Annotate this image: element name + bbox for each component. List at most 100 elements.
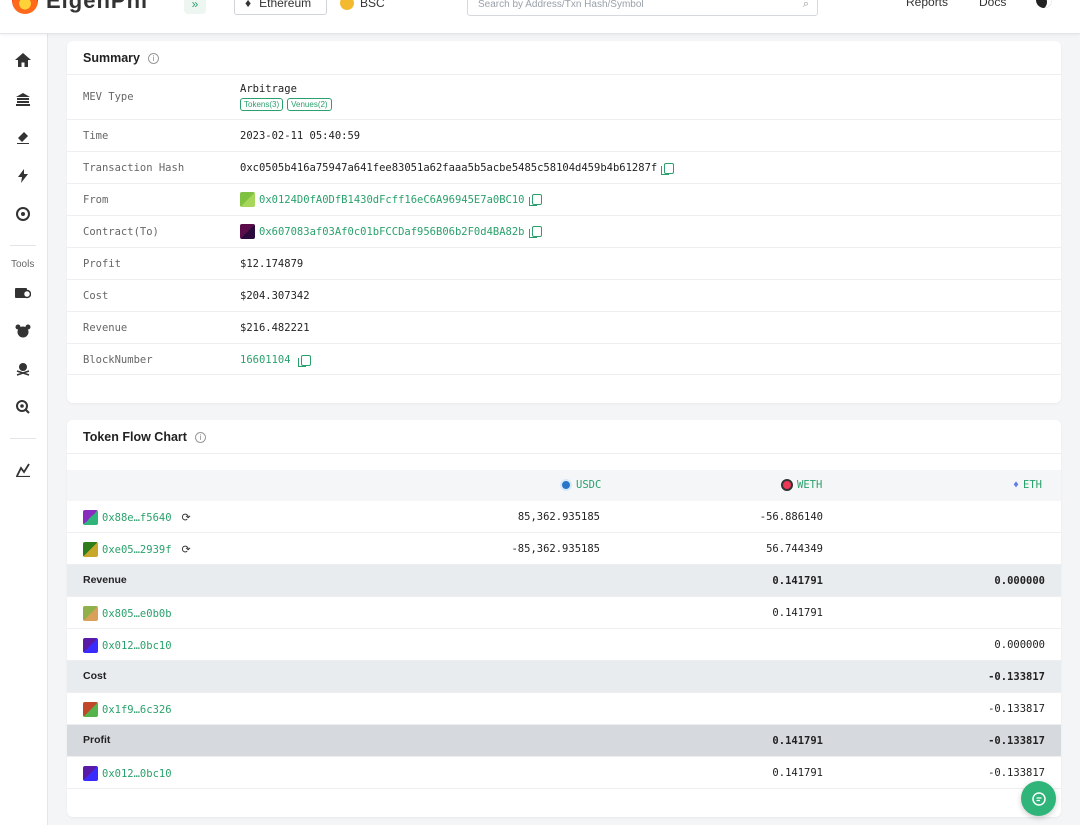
row-label: MEV Type xyxy=(83,91,134,103)
row-label: BlockNumber xyxy=(83,354,153,366)
address-link[interactable]: 0x012…0bc10 xyxy=(102,640,172,652)
tokens-tag[interactable]: Tokens(3) xyxy=(240,98,284,111)
row-address: 0x88e…f5640 ⟳ xyxy=(83,510,191,525)
summary-title: Summary i xyxy=(83,51,159,65)
token-flow-row: 0x88e…f5640 ⟳ 85,362.935185 -56.886140 xyxy=(67,501,1061,533)
section-label: Revenue xyxy=(83,574,127,586)
sandwich-icon[interactable] xyxy=(13,128,33,146)
column-eth[interactable]: ♦ ETH xyxy=(1013,479,1042,491)
summary-row-profit: Profit $12.174879 xyxy=(67,247,1061,279)
nav-reports-link[interactable]: Reports xyxy=(906,0,948,9)
coins-icon[interactable] xyxy=(13,322,33,340)
usdc-icon xyxy=(560,479,572,491)
chain-bsc-button[interactable]: BSC xyxy=(340,0,385,15)
column-usdc-label: USDC xyxy=(576,479,602,491)
eigenphi-logo-icon xyxy=(12,0,38,14)
section-label: Profit xyxy=(83,734,111,746)
sidebar-divider xyxy=(10,245,36,246)
summary-row-time: Time 2023-02-11 05:40:59 xyxy=(67,119,1061,151)
dark-mode-toggle-icon[interactable] xyxy=(1036,0,1052,8)
address-link[interactable]: 0x805…e0b0b xyxy=(102,608,172,620)
value-eth: 0.000000 xyxy=(994,639,1045,651)
copy-icon[interactable] xyxy=(528,194,542,206)
revenue-value: $216.482221 xyxy=(240,322,310,334)
copy-icon[interactable] xyxy=(297,354,311,367)
address-link[interactable]: 0xe05…2939f xyxy=(102,544,172,556)
column-weth-label: WETH xyxy=(797,479,823,491)
column-weth[interactable]: WETH xyxy=(781,479,822,491)
from-address-link[interactable]: 0x0124D0fA0DfB1430dFcff16eC6A96945E7a0BC… xyxy=(259,194,525,206)
wallet-icon[interactable] xyxy=(13,284,33,302)
row-label: Contract(To) xyxy=(83,226,159,238)
logo[interactable]: EigenPhi xyxy=(12,0,148,14)
radar-icon[interactable] xyxy=(13,205,33,223)
value-weth: -56.886140 xyxy=(759,511,823,523)
row-address: 0x012…0bc10 xyxy=(83,638,172,653)
ethereum-icon: ♦ xyxy=(245,0,252,10)
value-eth: -0.133817 xyxy=(988,671,1045,683)
chain-ethereum-button[interactable]: ♦ Ethereum xyxy=(234,0,327,15)
address-link[interactable]: 0x1f9…6c326 xyxy=(102,704,172,716)
address-avatar xyxy=(83,542,98,557)
token-flow-title-text: Token Flow Chart xyxy=(83,430,187,444)
scan-icon[interactable] xyxy=(13,398,33,416)
chain-bsc-label: BSC xyxy=(360,0,385,10)
column-usdc[interactable]: USDC xyxy=(560,479,601,491)
chain-ethereum-label: Ethereum xyxy=(259,0,312,10)
info-icon[interactable]: i xyxy=(194,432,206,443)
sidebar: Tools xyxy=(0,34,48,825)
info-icon[interactable]: i xyxy=(147,53,159,64)
token-flow-row: 0xe05…2939f ⟳ -85,362.935185 56.744349 xyxy=(67,533,1061,565)
column-eth-label: ETH xyxy=(1023,479,1042,491)
address-avatar xyxy=(83,766,98,781)
expand-sidebar-button[interactable]: » xyxy=(184,0,206,14)
token-flow-header: USDC WETH ♦ ETH xyxy=(67,470,1061,501)
search-icon[interactable]: ⌕ xyxy=(803,0,809,11)
summary-card: Summary i MEV Type Arbitrage Tokens(3) Ven… xyxy=(67,41,1061,403)
address-avatar xyxy=(240,224,255,239)
value-usdc: 85,362.935185 xyxy=(517,511,600,523)
bsc-icon xyxy=(340,0,354,10)
address-avatar xyxy=(83,702,98,717)
row-label: From xyxy=(83,194,109,206)
bank-icon[interactable] xyxy=(13,90,33,108)
summary-title-text: Summary xyxy=(83,51,140,65)
copy-icon[interactable] xyxy=(661,162,675,175)
address-avatar xyxy=(240,192,255,207)
row-label: Cost xyxy=(83,290,109,302)
row-label: Profit xyxy=(83,258,121,270)
row-label: Time xyxy=(83,130,109,142)
home-icon[interactable] xyxy=(13,51,33,69)
copy-icon[interactable] xyxy=(528,226,542,238)
chat-support-button[interactable] xyxy=(1021,781,1056,816)
token-flow-row: 0x1f9…6c326 -0.133817 xyxy=(67,693,1061,725)
row-label: Revenue xyxy=(83,322,128,334)
value-usdc: -85,362.935185 xyxy=(511,543,600,555)
summary-row-cost: Cost $204.307342 xyxy=(67,279,1061,311)
time-value: 2023-02-11 05:40:59 xyxy=(240,130,361,142)
address-link[interactable]: 0x88e…f5640 xyxy=(102,512,172,524)
token-flow-section-row: Cost -0.133817 xyxy=(67,661,1061,693)
search-input[interactable]: Search by Address/Txn Hash/Symbol ⌕ xyxy=(467,0,818,16)
block-number-link[interactable]: 16601104 xyxy=(240,354,291,366)
lightning-icon[interactable] xyxy=(13,167,33,185)
value-eth: -0.133817 xyxy=(988,735,1045,747)
contract-address-link[interactable]: 0x607083af03Af0c01bFCCDaf956B06b2F0d4BA8… xyxy=(259,226,525,238)
value-weth: 56.744349 xyxy=(766,543,823,555)
top-header: EigenPhi » ♦ Ethereum BSC Search by Addr… xyxy=(0,0,1080,34)
token-flow-row: 0x805…e0b0b 0.141791 xyxy=(67,597,1061,629)
value-eth: 0.000000 xyxy=(994,575,1045,587)
value-eth: -0.133817 xyxy=(988,703,1045,715)
chart-icon[interactable] xyxy=(13,461,33,479)
pirate-icon[interactable] xyxy=(13,360,33,378)
token-flow-card: Token Flow Chart i USDC WETH ♦ ETH 0x88e…… xyxy=(67,420,1061,817)
row-address: 0x805…e0b0b xyxy=(83,606,172,621)
address-link[interactable]: 0x012…0bc10 xyxy=(102,768,172,780)
section-label: Cost xyxy=(83,670,107,682)
venues-tag[interactable]: Venues(2) xyxy=(287,98,332,111)
sidebar-divider xyxy=(10,438,36,439)
tx-hash-value: 0xc0505b416a75947a641fee83051a62faaa5b5a… xyxy=(240,162,658,174)
token-flow-row: 0x012…0bc10 0.141791 -0.133817 xyxy=(67,757,1061,789)
nav-docs-link[interactable]: Docs xyxy=(979,0,1006,9)
value-weth: 0.141791 xyxy=(772,767,823,779)
